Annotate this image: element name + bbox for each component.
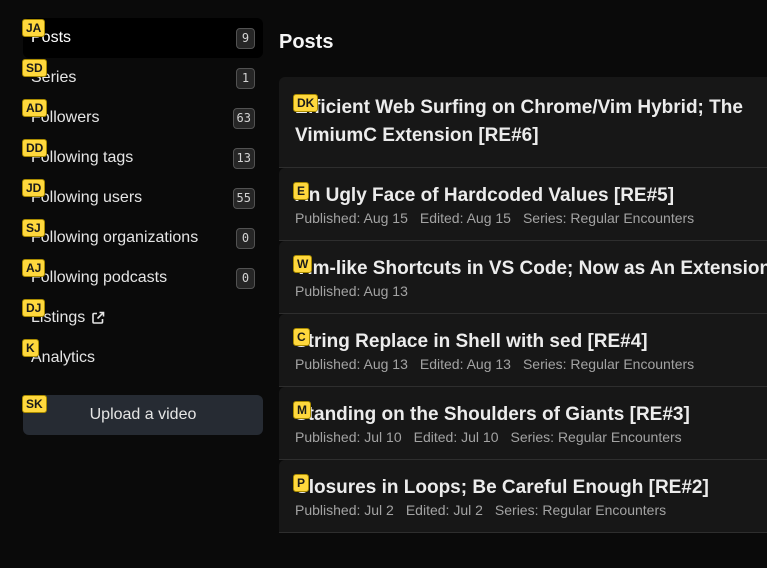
hint-badge: M: [293, 401, 311, 419]
post-title-link[interactable]: Vim-like Shortcuts in VS Code; Now as An…: [295, 257, 767, 281]
sidebar-item-followers[interactable]: AD Followers 63: [22, 98, 263, 138]
upload-video-button[interactable]: SK Upload a video: [22, 395, 263, 435]
hint-badge: AJ: [22, 259, 46, 277]
count-badge: 0: [236, 267, 255, 289]
count-badge: 1: [236, 67, 255, 89]
hint-badge: C: [293, 328, 310, 346]
post-title-link[interactable]: Standing on the Shoulders of Giants [RE#…: [295, 403, 751, 427]
hint-badge: JD: [22, 179, 46, 197]
post-card: C String Replace in Shell with sed [RE#4…: [279, 314, 767, 387]
post-card: DK Efficient Web Surfing on Chrome/Vim H…: [279, 77, 767, 168]
published-date: Published: Jul 2: [295, 502, 394, 518]
hint-badge: DK: [293, 94, 319, 112]
post-meta: Published: Aug 15 Edited: Aug 15 Series:…: [295, 210, 751, 226]
sidebar-item-analytics[interactable]: K Analytics: [22, 338, 263, 378]
published-date: Published: Aug 13: [295, 356, 408, 372]
hint-badge: K: [22, 339, 39, 357]
post-card: W Vim-like Shortcuts in VS Code; Now as …: [279, 241, 767, 314]
hint-badge: AD: [22, 99, 48, 117]
published-date: Published: Aug 13: [295, 283, 408, 299]
hint-badge: SJ: [22, 219, 45, 237]
count-badge: 55: [232, 187, 255, 209]
series-name: Series: Regular Encounters: [522, 210, 695, 226]
dashboard-sidebar: JA Posts 9 SD Series 1 AD Followers 63 D…: [22, 18, 263, 435]
published-date: Published: Jul 10: [295, 429, 402, 445]
count-badge: 13: [232, 147, 255, 169]
edited-date: Edited: Aug 15: [419, 210, 511, 226]
hint-badge: SK: [22, 395, 47, 413]
page-title: Posts: [279, 31, 334, 53]
sidebar-item-listings[interactable]: DJ Listings: [22, 298, 263, 338]
post-card: P Closures in Loops; Be Careful Enough […: [279, 460, 767, 533]
series-name: Series: Regular Encounters: [494, 502, 667, 518]
series-name: Series: Regular Encounters: [522, 356, 695, 372]
sidebar-item-series[interactable]: SD Series 1: [22, 58, 263, 98]
hint-badge: P: [293, 474, 310, 492]
hint-badge: E: [293, 182, 310, 200]
count-badge: 9: [236, 27, 255, 49]
sidebar-item-following-podcasts[interactable]: AJ Following podcasts 0: [22, 258, 263, 298]
posts-list: DK Efficient Web Surfing on Chrome/Vim H…: [279, 77, 767, 533]
sidebar-item-following-organizations[interactable]: SJ Following organizations 0: [22, 218, 263, 258]
post-title-link[interactable]: An Ugly Face of Hardcoded Values [RE#5]: [295, 184, 751, 208]
post-card: M Standing on the Shoulders of Giants [R…: [279, 387, 767, 460]
hint-badge: W: [293, 255, 313, 273]
edited-date: Edited: Jul 10: [413, 429, 499, 445]
external-link-icon: [91, 311, 105, 325]
sidebar-item-label: Following podcasts: [31, 269, 168, 286]
post-title-link[interactable]: Efficient Web Surfing on Chrome/Vim Hybr…: [295, 94, 755, 150]
published-date: Published: Aug 15: [295, 210, 408, 226]
upload-video-label: Upload a video: [89, 406, 197, 423]
series-name: Series: Regular Encounters: [510, 429, 682, 445]
sidebar-item-posts[interactable]: JA Posts 9: [22, 18, 263, 58]
edited-date: Edited: Jul 2: [405, 502, 483, 518]
hint-badge: DJ: [22, 299, 46, 317]
sidebar-item-following-users[interactable]: JD Following users 55: [22, 178, 263, 218]
count-badge: 0: [236, 227, 255, 249]
sidebar-item-label: Analytics: [31, 349, 96, 366]
post-meta: Published: Jul 2 Edited: Jul 2 Series: R…: [295, 502, 751, 518]
posts-section: Posts DK Efficient Web Surfing on Chrome…: [279, 0, 767, 568]
post-meta: Published: Aug 13 Edited: Aug 13 Series:…: [295, 356, 751, 372]
post-title-link[interactable]: Closures in Loops; Be Careful Enough [RE…: [295, 476, 751, 500]
sidebar-item-label: Following users: [31, 189, 143, 206]
sidebar-item-following-tags[interactable]: DD Following tags 13: [22, 138, 263, 178]
hint-badge: SD: [22, 59, 47, 77]
dashboard-page: JA Posts 9 SD Series 1 AD Followers 63 D…: [0, 0, 767, 568]
count-badge: 63: [232, 107, 255, 129]
edited-date: Edited: Aug 13: [419, 356, 511, 372]
hint-badge: JA: [22, 19, 46, 37]
post-card: E An Ugly Face of Hardcoded Values [RE#5…: [279, 168, 767, 241]
post-title-link[interactable]: String Replace in Shell with sed [RE#4]: [295, 330, 751, 354]
post-meta: Published: Jul 10 Edited: Jul 10 Series:…: [295, 429, 751, 445]
post-meta: Published: Aug 13: [295, 283, 751, 299]
sidebar-item-label: Following organizations: [31, 229, 199, 246]
hint-badge: DD: [22, 139, 48, 157]
